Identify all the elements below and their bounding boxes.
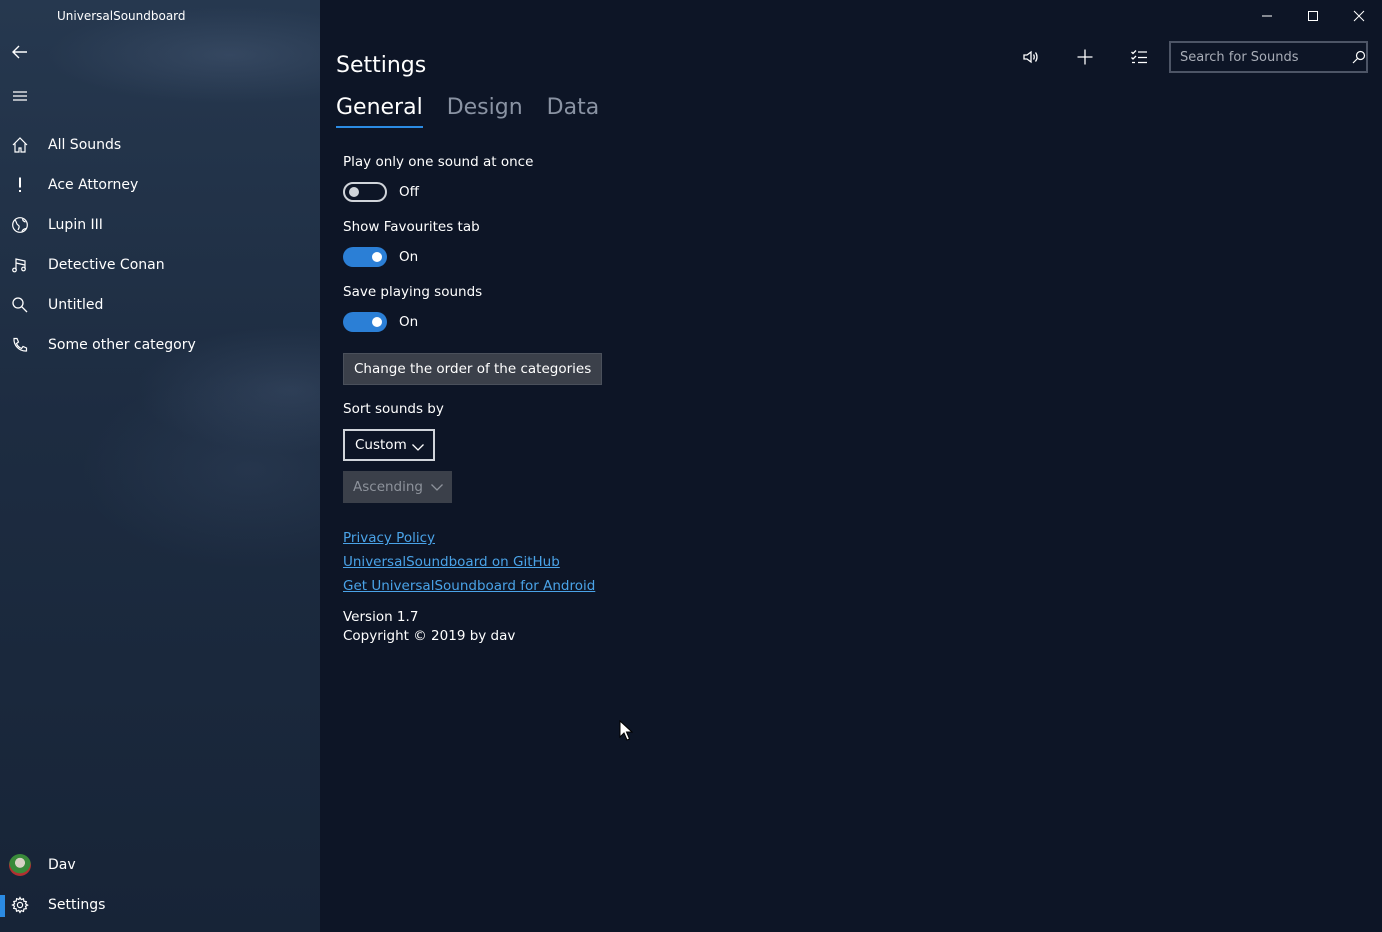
toggle-knob	[372, 252, 382, 262]
version-text: Version 1.7	[343, 609, 419, 625]
avatar	[9, 854, 31, 876]
sidebar-item-some-other-category[interactable]: Some other category	[0, 325, 320, 365]
settings-tabs: General Design Data	[336, 95, 623, 128]
copyright-text: Copyright © 2019 by dav	[343, 628, 516, 644]
github-link[interactable]: UniversalSoundboard on GitHub	[343, 554, 560, 570]
sidebar-item-label: Dav	[48, 857, 76, 873]
add-button[interactable]	[1065, 39, 1105, 75]
search-submit-button[interactable]	[1352, 43, 1366, 71]
search-input[interactable]	[1171, 43, 1352, 71]
sidebar-item-label: Settings	[48, 897, 106, 913]
exclamation-icon	[19, 177, 21, 192]
sidebar-item-label: All Sounds	[48, 137, 122, 153]
search-icon	[1352, 50, 1366, 64]
sidebar-item-settings[interactable]: Settings	[0, 885, 320, 925]
hamburger-menu-button[interactable]	[0, 76, 40, 116]
gear-icon	[11, 896, 29, 914]
close-icon	[1353, 10, 1365, 22]
tab-general[interactable]: General	[336, 95, 423, 128]
change-category-order-button[interactable]: Change the order of the categories	[343, 353, 603, 385]
tab-data[interactable]: Data	[547, 95, 600, 126]
sidebar-item-label: Detective Conan	[48, 257, 165, 273]
save-playing-state: On	[399, 314, 419, 330]
hamburger-icon	[13, 91, 27, 101]
sidebar-item-lupin-iii[interactable]: Lupin III	[0, 205, 320, 245]
page-title: Settings	[336, 53, 427, 78]
save-playing-toggle[interactable]	[343, 312, 387, 332]
back-button[interactable]	[0, 32, 40, 72]
toggle-knob	[372, 317, 382, 327]
chevron-down-icon	[412, 444, 424, 451]
sidebar-item-all-sounds[interactable]: All Sounds	[0, 125, 320, 165]
sidebar-item-label: Lupin III	[48, 217, 103, 233]
checklist-icon	[1131, 50, 1147, 64]
sidebar-item-label: Untitled	[48, 297, 104, 313]
minimize-icon	[1262, 15, 1272, 17]
privacy-policy-link[interactable]: Privacy Policy	[343, 530, 435, 546]
maximize-icon	[1308, 11, 1318, 21]
play-one-sound-toggle[interactable]	[343, 182, 387, 202]
minimize-button[interactable]	[1244, 0, 1290, 32]
play-one-sound-label: Play only one sound at once	[343, 154, 534, 170]
save-playing-label: Save playing sounds	[343, 284, 483, 300]
toggle-knob	[349, 187, 359, 197]
music-note-icon	[12, 258, 26, 273]
speaker-icon	[1023, 50, 1038, 64]
sidebar-item-label: Ace Attorney	[48, 177, 139, 193]
sort-sounds-label: Sort sounds by	[343, 401, 444, 417]
mouse-cursor-icon	[619, 720, 633, 741]
sidebar-item-account[interactable]: Dav	[0, 845, 320, 885]
close-button[interactable]	[1336, 0, 1382, 32]
sidebar-item-ace-attorney[interactable]: Ace Attorney	[0, 165, 320, 205]
app-title: UniversalSoundboard	[57, 9, 186, 23]
show-favourites-state: On	[399, 249, 419, 265]
select-button[interactable]	[1119, 39, 1159, 75]
chevron-down-icon	[431, 484, 443, 491]
sidebar-item-label: Some other category	[48, 337, 196, 353]
tab-design[interactable]: Design	[447, 95, 523, 126]
home-icon	[12, 137, 28, 153]
show-favourites-label: Show Favourites tab	[343, 219, 480, 235]
android-link[interactable]: Get UniversalSoundboard for Android	[343, 578, 595, 594]
play-one-sound-state: Off	[399, 184, 419, 200]
volume-button[interactable]	[1011, 39, 1051, 75]
sort-by-dropdown[interactable]: Custom	[343, 429, 435, 461]
maximize-button[interactable]	[1290, 0, 1336, 32]
sidebar: UniversalSoundboard All Sounds Ace Attor…	[0, 0, 320, 932]
sidebar-item-detective-conan[interactable]: Detective Conan	[0, 245, 320, 285]
main-content: Settings General Design Data Play only o…	[320, 0, 1382, 932]
sort-direction-dropdown[interactable]: Ascending	[343, 471, 452, 503]
sort-by-value: Custom	[355, 437, 407, 453]
plus-icon	[1077, 49, 1093, 65]
search-icon	[12, 297, 28, 313]
sort-direction-value: Ascending	[353, 479, 423, 495]
search-box	[1169, 41, 1368, 73]
sidebar-item-untitled[interactable]: Untitled	[0, 285, 320, 325]
show-favourites-toggle[interactable]	[343, 247, 387, 267]
phone-icon	[13, 337, 28, 352]
back-arrow-icon	[12, 45, 27, 59]
globe-icon	[12, 217, 28, 233]
app-window: UniversalSoundboard All Sounds Ace Attor…	[0, 0, 1382, 932]
